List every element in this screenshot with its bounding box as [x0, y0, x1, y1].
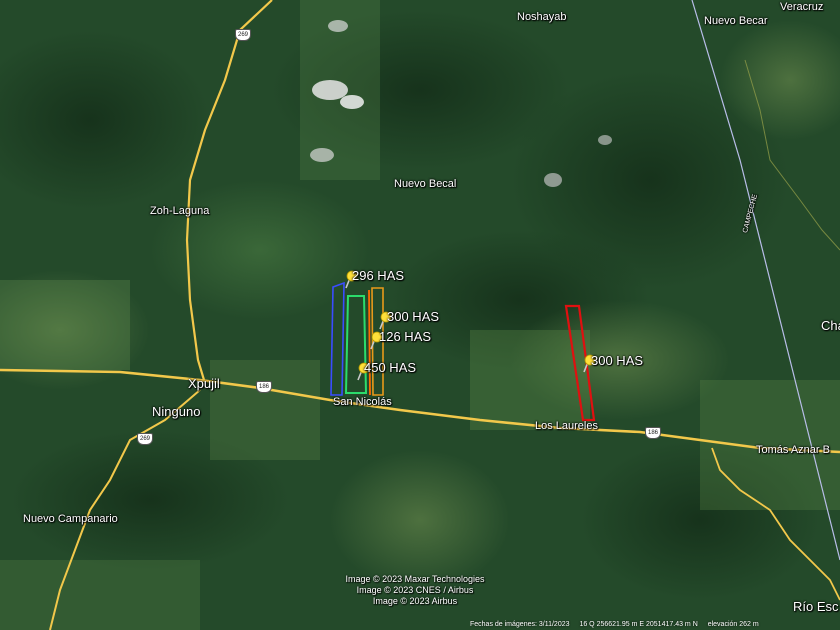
- elevation-readout: elevación 262 m: [707, 621, 759, 628]
- place-noshayab: Noshayab: [517, 11, 567, 23]
- route-shield-269-north: 269: [235, 29, 251, 41]
- parcel-label-126[interactable]: 126 HAS: [379, 329, 431, 344]
- coordinate-readout: 16 Q 256621.95 m E 2051417.43 m N: [579, 621, 698, 628]
- place-rio-esc: Río Esc: [793, 599, 839, 614]
- place-tomas-aznar: Tomás Aznar B: [756, 444, 830, 456]
- place-veracruz: Veracruz: [780, 1, 824, 13]
- place-cha: Cha: [821, 318, 840, 333]
- place-xpujil: Xpujil: [188, 376, 220, 391]
- route-shield-269-south: 269: [137, 433, 153, 445]
- parcel-label-450[interactable]: 450 HAS: [364, 360, 416, 375]
- imagery-date: Fechas de imágenes: 3/11/2023: [470, 621, 570, 628]
- parcel-label-300-east[interactable]: 300 HAS: [591, 353, 643, 368]
- place-san-nicolas: San Nicolás: [333, 396, 392, 408]
- place-los-laureles: Los Laureles: [535, 420, 598, 432]
- route-shield-186-east: 186: [645, 427, 661, 439]
- map-view[interactable]: Noshayab Nuevo Becar Veracruz Nuevo Beca…: [0, 0, 840, 630]
- parcel-label-296[interactable]: 296 HAS: [352, 268, 404, 283]
- place-zoh-laguna: Zoh-Laguna: [150, 205, 210, 217]
- place-nuevo-becal: Nuevo Becal: [394, 178, 457, 190]
- place-nuevo-campanario: Nuevo Campanario: [23, 513, 118, 525]
- place-nuevo-becar: Nuevo Becar: [704, 15, 768, 27]
- parcel-label-300[interactable]: 300 HAS: [387, 309, 439, 324]
- place-ninguno: Ninguno: [152, 404, 201, 419]
- imagery-credit: Image © 2023 Airbus: [372, 596, 458, 606]
- status-bar: Fechas de imágenes: 3/11/2023 16 Q 25662…: [470, 620, 840, 630]
- route-shield-186-xpujil: 186: [256, 381, 272, 393]
- imagery-credit: Image © 2023 Maxar Technologies: [345, 574, 485, 584]
- imagery-credit: Image © 2023 CNES / Airbus: [356, 585, 474, 595]
